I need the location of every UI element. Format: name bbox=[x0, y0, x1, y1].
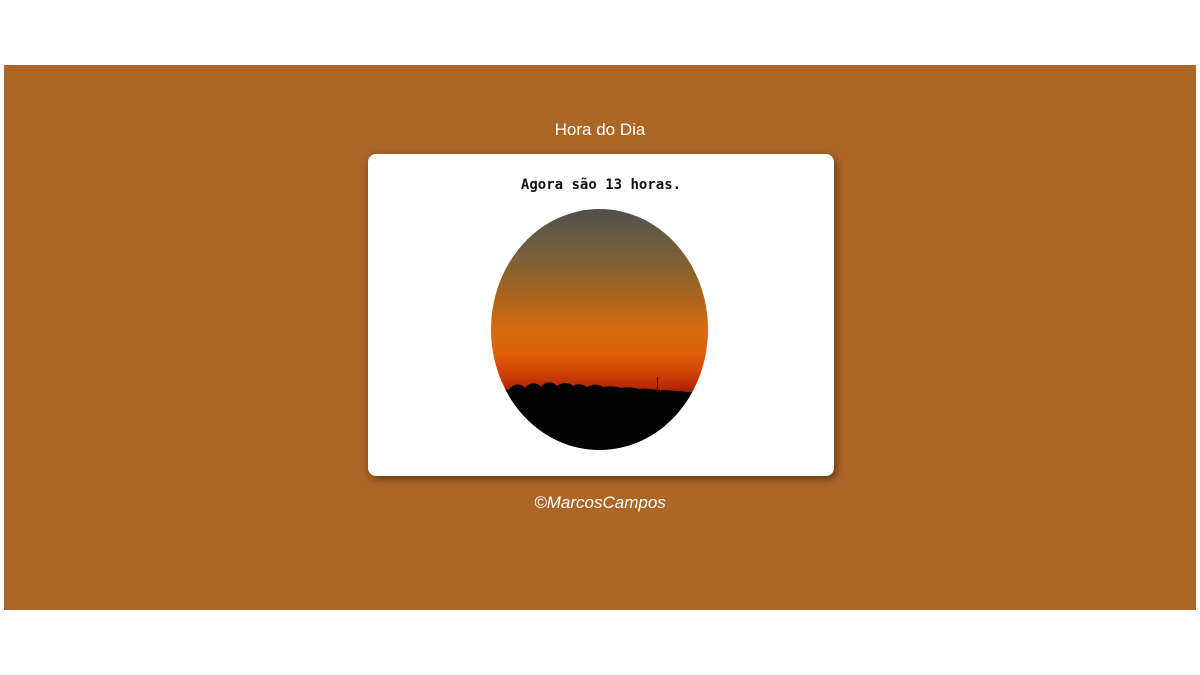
page-background: Hora do Dia Agora são 13 horas. ©MarcosC… bbox=[4, 65, 1196, 610]
sunset-landscape-image bbox=[491, 209, 708, 450]
time-message: Agora são 13 horas. bbox=[520, 177, 682, 193]
page-title: Hora do Dia bbox=[554, 120, 646, 139]
footer-credit: ©MarcosCampos bbox=[534, 493, 666, 512]
time-card: Agora são 13 horas. bbox=[368, 154, 834, 476]
treeline-silhouette bbox=[491, 377, 708, 450]
